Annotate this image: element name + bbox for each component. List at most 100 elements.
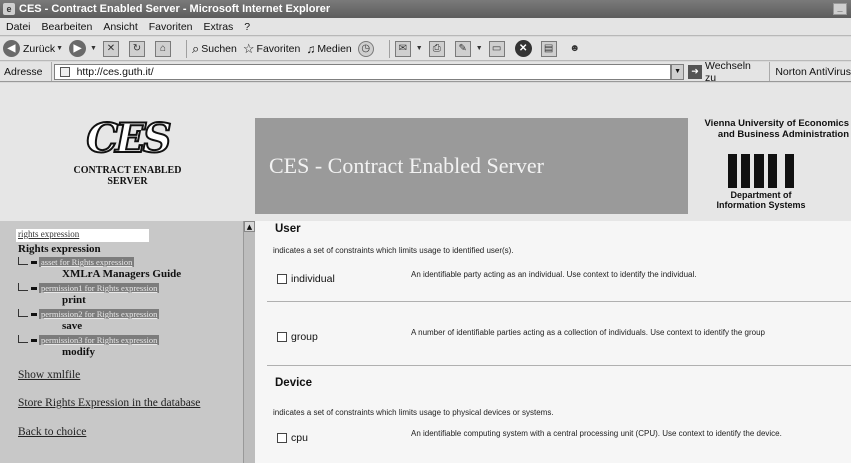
minimize-button[interactable]: _ [833,3,847,15]
history-button[interactable]: ◷ [357,40,378,57]
tree-name-asset: XMLrA Managers Guide [62,268,182,280]
refresh-button[interactable]: ↻ [128,40,149,57]
department-line1: Department of [730,190,792,200]
address-dropdown-icon[interactable]: ▼ [671,63,685,80]
mail-icon: ✉ [394,40,411,57]
tree-link-permission3[interactable]: permission3 for Rights expression [39,335,160,345]
discuss-icon: ▭ [488,40,505,57]
edit-dropdown-icon[interactable]: ▼ [476,45,483,52]
tree-link-asset[interactable]: asset for Rights expression [39,257,135,267]
back-dropdown-icon[interactable]: ▼ [56,45,63,52]
media-icon: ♫ [306,41,316,56]
media-button[interactable]: ♫ Medien [306,42,351,56]
ces-logo-line1: CONTRACT ENABLED [73,165,182,176]
university-name-line1: Vienna University of Economics [704,118,849,129]
tree-item-permission1: permission1 for Rights expression print [18,283,238,306]
address-bar: Adresse http://ces.guth.it/ ▼ ➜ Wechseln… [0,59,851,84]
back-label: Zurück [23,42,56,55]
forward-arrow-icon: ▶ [69,40,87,57]
tree-link-permission2[interactable]: permission2 for Rights expression [39,309,160,319]
tree-item-permission2: permission2 for Rights expression save [18,309,238,332]
sidebar-heading: Rights expression [18,243,101,255]
store-rights-expression-link[interactable]: Store Rights Expression in the database [18,397,200,409]
print-button[interactable]: ⎙ [428,40,449,57]
discuss-button[interactable]: ▭ [488,40,509,57]
research-icon: ▤ [540,40,557,57]
home-button[interactable]: ⌂ [154,40,175,57]
cpu-option[interactable]: cpu [277,432,308,444]
tree-item-permission3: permission3 for Rights expression modify [18,335,238,358]
group-option[interactable]: group [277,331,318,343]
messenger-button[interactable]: ☻ [567,41,587,57]
group-description: A number of identifiable parties acting … [411,328,765,337]
cpu-checkbox[interactable] [277,433,287,443]
scroll-up-icon[interactable]: ▲ [244,221,255,232]
device-description: indicates a set of constraints which lim… [273,408,554,417]
tree-branch-icon [18,283,28,291]
university-name-line2: and Business Administration [717,129,849,140]
page-icon [59,66,70,77]
block-icon: ✕ [514,40,532,57]
tree-link-permission1[interactable]: permission1 for Rights expression [39,283,160,293]
block-button[interactable]: ✕ [514,40,535,57]
go-button[interactable]: ➜ Wechseln zu [688,59,771,84]
stop-button[interactable]: ✕ [102,40,123,57]
media-label: Medien [317,42,352,55]
forward-dropdown-icon[interactable]: ▼ [90,45,97,52]
section-divider [267,301,851,302]
wi-logo [728,154,795,188]
individual-label: individual [291,273,335,285]
menu-extras[interactable]: Extras [204,21,234,33]
forward-button[interactable]: ▶ ▼ [69,40,97,57]
ces-logo-letters: CES [85,115,172,162]
search-label: Suchen [201,42,237,55]
menu-ansicht[interactable]: Ansicht [103,21,137,33]
back-arrow-icon: ◀ [3,40,20,57]
frame-scrollbar[interactable]: ▲ [243,221,255,463]
go-arrow-icon: ➜ [688,64,702,79]
search-icon: ⌕ [191,40,200,56]
ces-logo-caption: CONTRACT ENABLED SERVER [74,165,182,187]
device-heading: Device [275,377,313,389]
ie-icon: e [3,3,15,15]
tree-name-permission2: save [62,320,83,332]
back-button[interactable]: ◀ Zurück ▼ [3,40,63,57]
history-icon: ◷ [357,40,374,57]
individual-checkbox[interactable] [277,274,287,284]
toolbar-separator [185,39,187,58]
section-divider [267,365,851,366]
mail-button[interactable]: ✉ ▼ [394,40,423,57]
department-name: Department of Information Systems [688,190,834,210]
research-button[interactable]: ▤ [540,40,561,57]
menu-datei[interactable]: Datei [6,21,31,33]
favorites-button[interactable]: ☆ Favoriten [243,41,300,57]
department-line2: Information Systems [716,200,806,210]
favorites-label: Favoriten [256,42,301,55]
tree-item-asset: asset for Rights expression XMLrA Manage… [18,257,238,280]
mail-dropdown-icon[interactable]: ▼ [416,45,423,52]
stop-icon: ✕ [102,40,119,57]
menu-bearbeiten[interactable]: Bearbeiten [42,21,93,33]
edit-button[interactable]: ✎ ▼ [454,40,483,57]
back-to-choice-link[interactable]: Back to choice [18,426,86,438]
menu-help[interactable]: ? [244,21,250,33]
menu-bar: Datei Bearbeiten Ansicht Favoriten Extra… [0,18,851,36]
address-url: http://ces.guth.it/ [76,65,154,78]
rights-expression-link[interactable]: rights expression [16,229,149,242]
tree-name-permission3: modify [62,346,95,358]
ces-logo-line2: SERVER [107,176,148,187]
menu-favoriten[interactable]: Favoriten [149,21,193,33]
individual-option[interactable]: individual [277,273,335,285]
tree-branch-icon [18,309,28,317]
main-content: User indicates a set of constraints whic… [255,221,851,463]
address-input[interactable]: http://ces.guth.it/ [53,63,672,80]
cpu-label: cpu [291,432,308,444]
show-xmlfile-link[interactable]: Show xmlfile [18,369,80,381]
go-label: Wechseln zu [704,59,751,84]
norton-antivirus-link[interactable]: Norton AntiVirus [775,66,851,78]
site-title: CES - Contract Enabled Server [255,118,688,214]
address-label: Adresse [0,62,52,81]
printer-icon: ⎙ [428,40,445,57]
search-button[interactable]: ⌕ Suchen [192,41,237,57]
group-checkbox[interactable] [277,332,287,342]
